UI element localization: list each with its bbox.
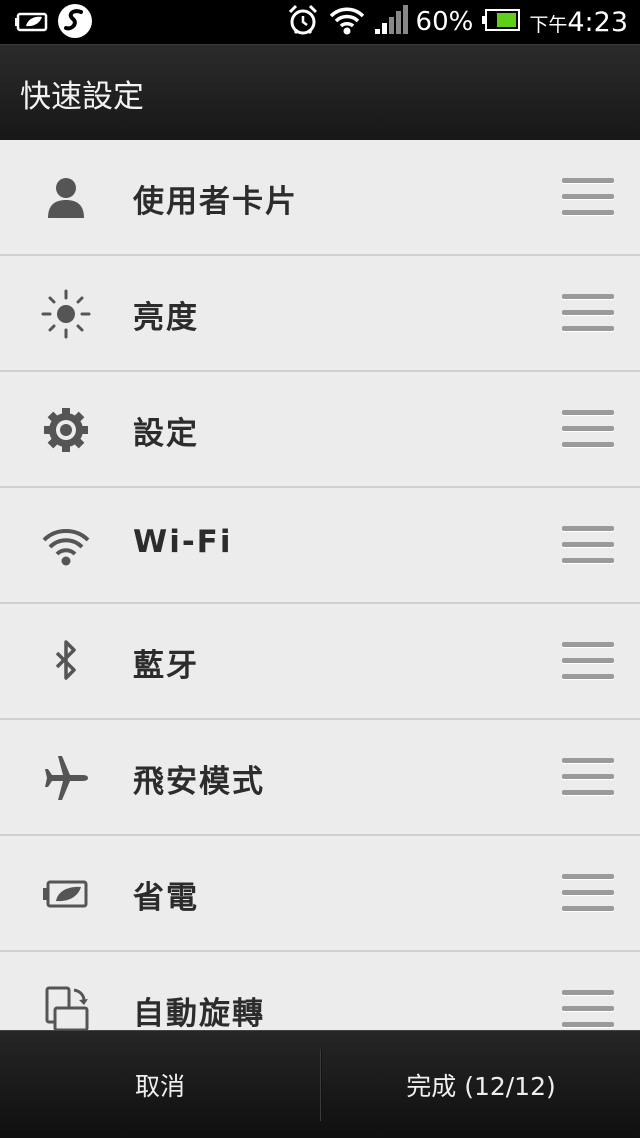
auto-rotate-icon [38,982,94,1030]
status-left [14,2,94,44]
status-bar: 60% 下午4:23 [0,0,640,44]
clock: 下午4:23 [529,7,628,38]
power-saver-icon [38,866,94,922]
quick-setting-label: 飛安模式 [133,764,265,800]
drag-handle-icon[interactable] [562,294,614,334]
quick-setting-item-airplane-mode[interactable]: 飛安模式 [0,720,640,836]
quick-setting-item-auto-rotate[interactable]: 自動旋轉 [0,952,640,1030]
airplane-icon [38,750,94,806]
signal-icon [374,5,408,39]
bottom-action-bar: 取消 完成 (12/12) [0,1030,640,1138]
bluetooth-icon [38,634,94,690]
quick-setting-label: 藍牙 [133,648,199,684]
quick-setting-label: Wi-Fi [133,524,233,560]
wifi-icon [328,4,366,40]
quick-setting-item-bluetooth[interactable]: 藍牙 [0,604,640,720]
person-icon [38,170,94,226]
status-right: 60% 下午4:23 [286,4,628,40]
page-title: 快速設定 [20,79,144,115]
done-button[interactable]: 完成 (12/12) [322,1031,640,1138]
time: 4:23 [567,6,628,38]
time-prefix: 下午 [529,13,568,36]
quick-setting-label: 自動旋轉 [133,996,265,1030]
quick-setting-item-wifi[interactable]: Wi-Fi [0,488,640,604]
drag-handle-icon[interactable] [562,990,614,1030]
quick-setting-label: 設定 [133,416,199,452]
battery-saver-icon [14,7,50,39]
battery-icon [481,8,521,36]
quick-settings-list[interactable]: 使用者卡片 亮度 設定 Wi-Fi 藍牙 飛安模式 省電 自動旋轉 [0,140,640,1030]
quick-setting-item-settings[interactable]: 設定 [0,372,640,488]
wifi-icon [38,518,94,574]
drag-handle-icon[interactable] [562,642,614,682]
quick-setting-label: 使用者卡片 [133,184,298,220]
quick-setting-item-user-card[interactable]: 使用者卡片 [0,140,640,256]
gear-icon [38,402,94,458]
drag-handle-icon[interactable] [562,410,614,450]
drag-handle-icon[interactable] [562,526,614,566]
quick-setting-label: 亮度 [133,300,199,336]
quick-setting-item-power-saver[interactable]: 省電 [0,836,640,952]
battery-percent: 60% [415,7,474,37]
title-bar: 快速設定 [0,44,640,140]
sense-icon [56,2,94,44]
drag-handle-icon[interactable] [562,874,614,914]
drag-handle-icon[interactable] [562,758,614,798]
drag-handle-icon[interactable] [562,178,614,218]
brightness-icon [38,286,94,342]
cancel-button[interactable]: 取消 [0,1031,320,1138]
quick-setting-label: 省電 [133,880,199,916]
quick-setting-item-brightness[interactable]: 亮度 [0,256,640,372]
alarm-icon [286,3,320,41]
